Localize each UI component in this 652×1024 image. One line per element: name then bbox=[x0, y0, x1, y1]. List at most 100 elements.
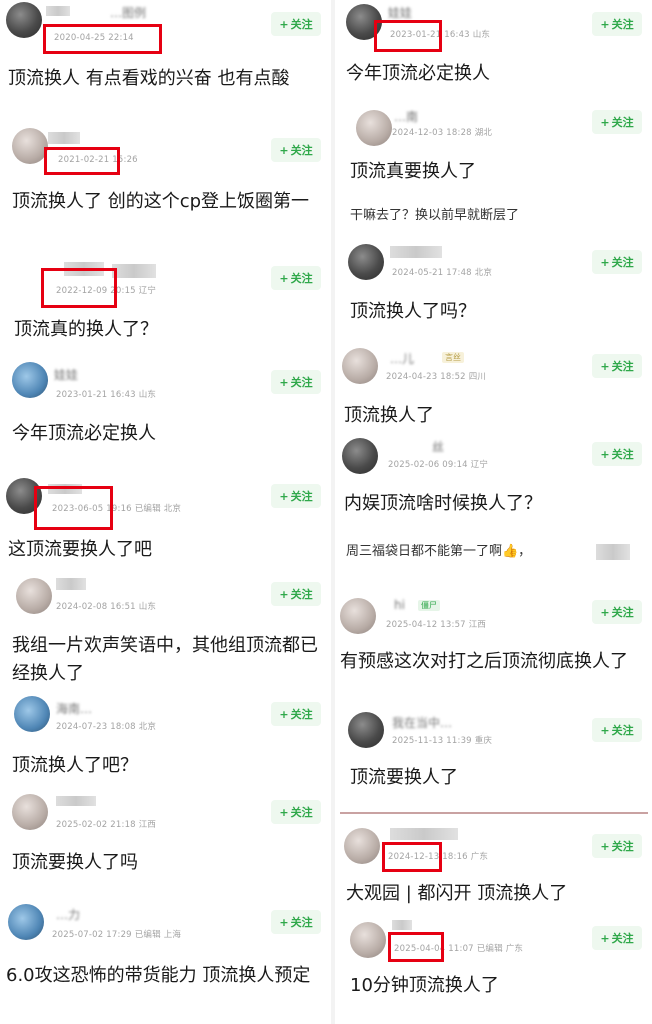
follow-button[interactable]: + 关注 bbox=[592, 926, 642, 950]
avatar[interactable] bbox=[340, 598, 376, 634]
comment-location: 山东 bbox=[138, 602, 157, 612]
follow-button[interactable]: + 关注 bbox=[592, 834, 642, 858]
highlight-box bbox=[374, 20, 442, 52]
comment-location: 山东 bbox=[472, 30, 491, 40]
comment-text: 顶流换人了吧？ bbox=[12, 755, 138, 776]
follow-button[interactable]: + 关注 bbox=[271, 266, 321, 290]
follow-button[interactable]: + 关注 bbox=[592, 110, 642, 134]
avatar[interactable] bbox=[348, 712, 384, 748]
follow-button[interactable]: + 关注 bbox=[592, 600, 642, 624]
avatar[interactable] bbox=[356, 110, 392, 146]
comment-location: 江西 bbox=[138, 820, 157, 830]
plus-icon: + bbox=[279, 17, 289, 31]
plus-icon: + bbox=[279, 271, 289, 285]
highlight-box bbox=[43, 24, 162, 54]
comment-location: 北京 bbox=[138, 722, 157, 732]
comment-meta: 2025-11-13 11:39 重庆 bbox=[392, 734, 492, 746]
comment-text: 顶流要换人了吗 bbox=[12, 852, 138, 873]
comment-text: 顶流换人 有点看戏的兴奋 也有点酸 bbox=[8, 68, 290, 89]
avatar[interactable] bbox=[344, 828, 380, 864]
follow-button[interactable]: + 关注 bbox=[271, 800, 321, 824]
comment-text: 今年顶流必定换人 bbox=[346, 63, 490, 84]
comment-meta: 2024-12-03 18:28 湖北 bbox=[392, 126, 492, 138]
comment-text: 顶流换人了吗？ bbox=[350, 301, 476, 322]
plus-icon: + bbox=[600, 17, 610, 31]
follow-button[interactable]: + 关注 bbox=[592, 442, 642, 466]
comment-location: 北京 bbox=[474, 268, 493, 278]
username: …力 bbox=[56, 908, 81, 922]
username: …南 bbox=[394, 110, 419, 124]
plus-icon: + bbox=[279, 805, 289, 819]
comment-location: 江西 bbox=[468, 620, 487, 630]
comment-meta: 2025-07-02 17:29 已编辑 上海 bbox=[52, 928, 181, 940]
right-comment-column: 娃娃 2023-01-21 16:43 山东 + 关注 今年顶流必定换人 …南 2… bbox=[336, 0, 652, 1024]
comment-meta: 2024-05-21 17:48 北京 bbox=[392, 266, 492, 278]
follow-button[interactable]: + 关注 bbox=[271, 138, 321, 162]
username-mosaic bbox=[392, 920, 412, 930]
username-mosaic bbox=[56, 796, 96, 806]
username-mosaic bbox=[46, 6, 70, 16]
follow-button[interactable]: + 关注 bbox=[592, 354, 642, 378]
edited-tag: 已编辑 bbox=[134, 930, 161, 940]
avatar[interactable] bbox=[342, 438, 378, 474]
comment-text: 顶流换人了 创的这个cp登上饭圈第一 bbox=[12, 191, 310, 212]
comment-meta: 2025-02-06 09:14 辽宁 bbox=[388, 458, 488, 470]
follow-button[interactable]: + 关注 bbox=[592, 718, 642, 742]
follow-button[interactable]: + 关注 bbox=[271, 12, 321, 36]
avatar[interactable] bbox=[342, 348, 378, 384]
avatar[interactable] bbox=[12, 128, 48, 164]
highlight-box bbox=[388, 932, 444, 962]
comment-time: 2025-02-06 09:14 bbox=[388, 460, 468, 470]
comment-text: 有预感这次对打之后顶流彻底换人了 bbox=[340, 651, 628, 672]
avatar[interactable] bbox=[12, 362, 48, 398]
username: hi bbox=[394, 598, 405, 612]
plus-icon: + bbox=[279, 143, 289, 157]
highlight-box bbox=[41, 268, 117, 308]
avatar[interactable] bbox=[6, 2, 42, 38]
follow-button[interactable]: + 关注 bbox=[592, 250, 642, 274]
column-divider bbox=[331, 0, 335, 1024]
left-comment-column: …图例 2020-04-25 22:14 + 关注 顶流换人 有点看戏的兴奋 也有… bbox=[0, 0, 330, 1024]
avatar[interactable] bbox=[12, 794, 48, 830]
highlight-box bbox=[44, 147, 120, 175]
username-mosaic bbox=[390, 828, 458, 840]
comment-text: 内娱顶流啥时候换人了？ bbox=[344, 493, 542, 514]
edited-tag: 已编辑 bbox=[476, 944, 503, 954]
plus-icon: + bbox=[279, 587, 289, 601]
follow-button[interactable]: + 关注 bbox=[271, 910, 321, 934]
follow-button[interactable]: + 关注 bbox=[592, 12, 642, 36]
username: 我在当中… bbox=[392, 716, 453, 730]
comment-location: 辽宁 bbox=[138, 286, 157, 296]
avatar[interactable] bbox=[8, 904, 44, 940]
username: 丝 bbox=[432, 440, 445, 454]
plus-icon: + bbox=[600, 605, 610, 619]
fan-badge: 僵尸 bbox=[418, 600, 440, 611]
username-mosaic bbox=[56, 578, 86, 590]
avatar[interactable] bbox=[350, 922, 386, 958]
comment-text: 今年顶流必定换人 bbox=[12, 423, 156, 444]
mosaic bbox=[596, 544, 630, 560]
comment-location: 广东 bbox=[470, 852, 489, 862]
plus-icon: + bbox=[279, 707, 289, 721]
fan-badge: 言丝 bbox=[442, 352, 464, 363]
comment-text: 我组一片欢声笑语中，其他组顶流都已经换人了 bbox=[12, 635, 318, 684]
username: 海南… bbox=[56, 702, 93, 716]
plus-icon: + bbox=[600, 255, 610, 269]
comment-time: 2024-04-23 18:52 bbox=[386, 372, 466, 382]
section-divider bbox=[340, 812, 648, 814]
comment-meta: 2025-04-12 13:57 江西 bbox=[386, 618, 486, 630]
username: 娃娃 bbox=[54, 368, 79, 382]
follow-button[interactable]: + 关注 bbox=[271, 484, 321, 508]
username-mosaic bbox=[48, 132, 80, 144]
comment-meta: 2024-04-23 18:52 四川 bbox=[386, 370, 486, 382]
plus-icon: + bbox=[600, 839, 610, 853]
comment-text: 大观园 | 都闪开 顶流换人了 bbox=[346, 883, 568, 904]
avatar[interactable] bbox=[348, 244, 384, 280]
follow-button[interactable]: + 关注 bbox=[271, 370, 321, 394]
avatar[interactable] bbox=[16, 578, 52, 614]
follow-button[interactable]: + 关注 bbox=[271, 582, 321, 606]
plus-icon: + bbox=[600, 447, 610, 461]
comment-text: 顶流换人了 bbox=[344, 405, 434, 426]
follow-button[interactable]: + 关注 bbox=[271, 702, 321, 726]
avatar[interactable] bbox=[14, 696, 50, 732]
